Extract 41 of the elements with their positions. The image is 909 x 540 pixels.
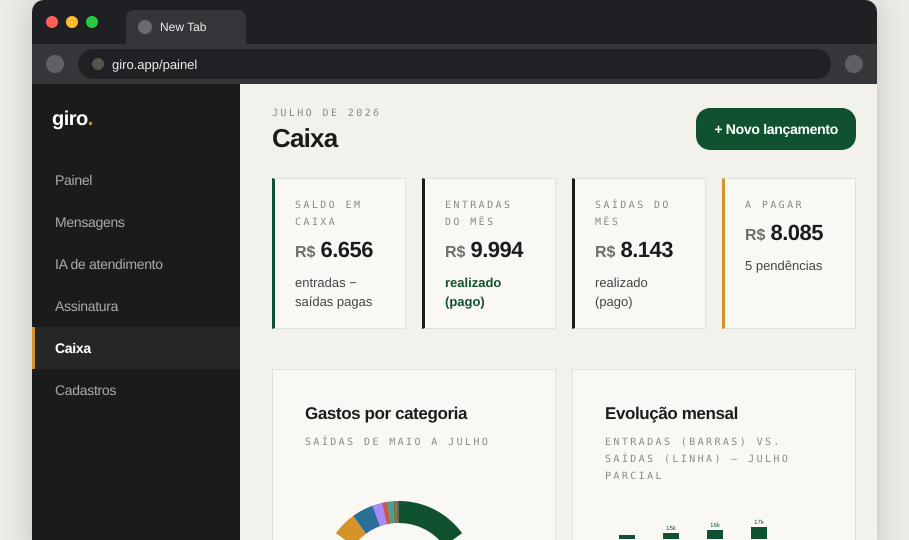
stat-note: realizado (pago) — [445, 274, 502, 311]
chart-bar — [663, 533, 679, 539]
page-title: Caixa — [272, 123, 338, 154]
stat-label: SALDO EM CAIXA — [295, 199, 364, 230]
currency-symbol: R$ — [595, 244, 616, 262]
site-info-icon — [92, 58, 104, 70]
stat-amount: 8.143 — [620, 237, 674, 263]
sidebar-item[interactable]: Assinatura — [32, 285, 240, 327]
chart-bar — [619, 535, 635, 539]
currency-symbol: R$ — [295, 244, 316, 262]
minimize-dot[interactable] — [66, 16, 78, 28]
logo: giro. — [51, 108, 94, 131]
chart-subtitle: ENTRADAS (BARRAS) VS. SAÍDAS (LINHA) — JULHO PARCIAL — [605, 436, 792, 484]
chart-title: Evolução mensal — [605, 404, 739, 424]
sidebar-item[interactable]: Cadastros — [32, 369, 240, 411]
stat-note: realizado (pago) — [595, 274, 649, 311]
close-dot[interactable] — [46, 16, 58, 28]
tab-favicon-icon — [138, 20, 152, 34]
stat-label: SAÍDAS DO MÊS — [595, 198, 672, 230]
stat-amount: 8.085 — [770, 220, 824, 246]
chart-bar — [707, 530, 723, 539]
new-entry-button[interactable]: + Novo lançamento — [696, 108, 856, 150]
chart-title: Gastos por categoria — [305, 404, 468, 424]
sidebar-item[interactable]: IA de atendimento — [32, 243, 240, 285]
currency-symbol: R$ — [445, 244, 466, 262]
stat-amount: 6.656 — [320, 237, 374, 263]
stat-note: 5 pendências — [745, 257, 824, 275]
browser-tab[interactable]: New Tab — [126, 10, 246, 44]
stat-note: entradas − saídas pagas — [295, 274, 374, 311]
sidebar-item[interactable]: Caixa — [32, 327, 240, 369]
zoom-dot[interactable] — [86, 16, 98, 28]
chart-subtitle: SAÍDAS DE MAIO A JULHO — [305, 434, 492, 450]
period-label: JULHO DE 2026 — [272, 108, 382, 119]
chart-bar — [751, 527, 767, 539]
stat-label: A PAGAR — [745, 199, 805, 213]
stat-amount: 9.994 — [470, 237, 524, 263]
sidebar-item[interactable]: Painel — [32, 159, 240, 201]
currency-symbol: R$ — [745, 227, 766, 245]
sidebar-item[interactable]: Mensagens — [32, 201, 240, 243]
stat-label: ENTRADAS DO MÊS — [445, 199, 514, 230]
address-bar[interactable]: giro.app/painel — [78, 49, 831, 79]
